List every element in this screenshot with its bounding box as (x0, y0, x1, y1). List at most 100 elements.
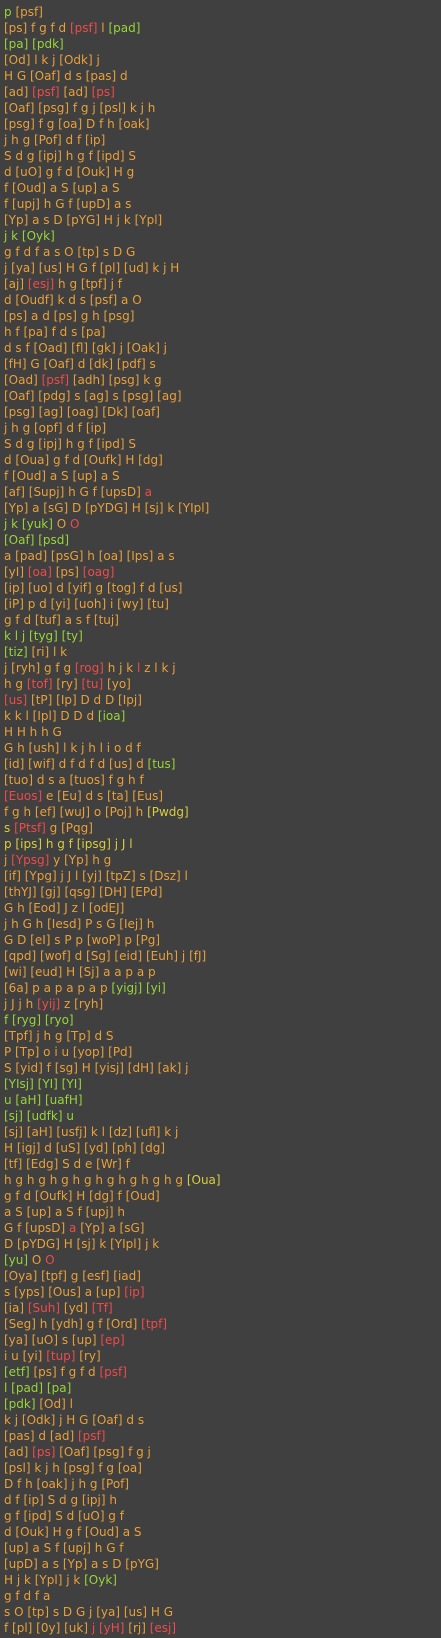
text-line[interactable]: [Oaf] [psd] (4, 532, 441, 548)
text-line[interactable]: g f d [Oufk] H [dg] f [Oud] (4, 1188, 441, 1204)
text-line[interactable]: [Seg] h [ydh] g f [Ord] [tpf] (4, 1316, 441, 1332)
text-line[interactable]: p [ips] h g f [ipsg] j J l (4, 836, 441, 852)
text-line[interactable]: S d g [ipj] h g f [ipd] S (4, 436, 441, 452)
text-line[interactable]: H H h h G (4, 724, 441, 740)
text-line[interactable]: H j k [Ypl] j k [Oyk] (4, 1572, 441, 1588)
text-line[interactable]: H G [Oaf] d s [pas] d (4, 68, 441, 84)
text-line[interactable]: g f d [tuf] a s f [tuj] (4, 612, 441, 628)
text-line[interactable]: G h [Eod] J z l [odEJ] (4, 900, 441, 916)
text-line[interactable]: j h g [opf] d f [ip] (4, 420, 441, 436)
text-line[interactable]: [yI] [oa] [ps] [oag] (4, 564, 441, 580)
text-line[interactable]: [ad] [psf] [ad] [ps] (4, 84, 441, 100)
text-line[interactable]: G h [ush] l k j h l i o d f (4, 740, 441, 756)
text-line[interactable]: j [ya] [us] H G f [pl] [ud] k j H (4, 260, 441, 276)
text-line[interactable]: d [Oua] g f d [Oufk] H [dg] (4, 452, 441, 468)
text-line[interactable]: [tuo] d s a [tuos] f g h f (4, 772, 441, 788)
text-line[interactable]: [us] [tP] [Ip] D d D [Ipj] (4, 692, 441, 708)
text-line[interactable]: d f [ip] S d g [ipj] h (4, 1492, 441, 1508)
text-line[interactable]: k j [Odk] j H G [Oaf] d s (4, 1412, 441, 1428)
text-line[interactable]: [Euos] e [Eu] d s [ta] [Eus] (4, 788, 441, 804)
text-line[interactable]: d [Ouk] H g f [Oud] a S (4, 1524, 441, 1540)
text-line[interactable]: l [pad] [pa] (4, 1380, 441, 1396)
text-line[interactable]: j [Ypsg] y [Yp] h g (4, 852, 441, 868)
text-line[interactable]: [ip] [uo] d [yif] g [tog] f d [us] (4, 580, 441, 596)
text-line[interactable]: [ps] a d [ps] g h [psg] (4, 308, 441, 324)
text-line[interactable]: D [pYDG] H [sj] k [YIpl] j k (4, 1236, 441, 1252)
text-line[interactable]: [pas] d [ad] [psf] (4, 1428, 441, 1444)
text-line[interactable]: g f d f a s O [tp] s D G (4, 244, 441, 260)
text-line[interactable]: k l j [tyg] [ty] (4, 628, 441, 644)
text-line[interactable]: [Od] l k j [Odk] j (4, 52, 441, 68)
text-line[interactable]: [Yp] a [sG] D [pYDG] H [sj] k [YIpl] (4, 500, 441, 516)
text-line[interactable]: f [pl] [0y] [uk] j [yH] [rj] [esj] (4, 1620, 441, 1636)
text-line[interactable]: i u [yi] [tup] [ry] (4, 1348, 441, 1364)
text-line[interactable]: j k [Oyk] (4, 228, 441, 244)
text-editor[interactable]: p [psf] [ps] f g f d [psf] l [pad] [pa] [p… (0, 0, 441, 1638)
text-line[interactable]: [thYJ] [gj] [qsg] [DH] [EPd] (4, 884, 441, 900)
text-line[interactable]: P [Tp] o i u [yop] [Pd] (4, 1044, 441, 1060)
text-line[interactable]: k k l [Ipl] D D d [ioa] (4, 708, 441, 724)
text-line[interactable]: s [Ptsf] g [Pqg] (4, 820, 441, 836)
text-line[interactable]: d s f [Oad] [fl] [gk] j [Oak] j (4, 340, 441, 356)
text-line[interactable]: [aj] [esj] h g [tpf] j f (4, 276, 441, 292)
text-line[interactable]: [ps] f g f d [psf] l [pad] (4, 20, 441, 36)
text-line[interactable]: g f [ipd] S d [uO] g f (4, 1508, 441, 1524)
text-line[interactable]: [upD] a s [Yp] a s D [pYG] (4, 1556, 441, 1572)
text-line[interactable]: s [yps] [Ous] a [up] [ip] (4, 1284, 441, 1300)
text-line[interactable]: [6a] p a p a p a p [yigj] [yi] (4, 980, 441, 996)
text-line[interactable]: H [igj] d [uS] [yd] [ph] [dg] (4, 1140, 441, 1156)
text-line[interactable]: [YIsj] [YI] [YI] (4, 1076, 441, 1092)
text-line[interactable]: j h G h [Iesd] P s G [Iej] h (4, 916, 441, 932)
text-line[interactable]: g f d f a (4, 1588, 441, 1604)
text-line[interactable]: [Oya] [tpf] g [esf] [iad] (4, 1268, 441, 1284)
text-line[interactable]: d [uO] g f d [Ouk] H g (4, 164, 441, 180)
text-line[interactable]: s O [tp] s D G j [ya] [us] H G (4, 1604, 441, 1620)
text-line[interactable]: d [Oudf] k d s [psf] a O (4, 292, 441, 308)
text-line[interactable]: p [psf] (4, 4, 441, 20)
text-line[interactable]: [ya] [uO] s [up] [ep] (4, 1332, 441, 1348)
text-line[interactable]: h g [tof] [ry] [tu] [yo] (4, 676, 441, 692)
text-line[interactable]: h f [pa] f d s [pa] (4, 324, 441, 340)
text-line[interactable]: [up] a S f [upj] h G f (4, 1540, 441, 1556)
text-line[interactable]: f [ryg] [ryo] (4, 1012, 441, 1028)
text-line[interactable]: f [Oud] a S [up] a S (4, 180, 441, 196)
text-line[interactable]: [yu] O O (4, 1252, 441, 1268)
text-line[interactable]: j k [yuk] O O (4, 516, 441, 532)
text-line[interactable]: [af] [Supj] h G f [upsD] a (4, 484, 441, 500)
text-line[interactable]: [id] [wif] d f d f d [us] d [tus] (4, 756, 441, 772)
text-line[interactable]: [psg] [ag] [oag] [Dk] [oaf] (4, 404, 441, 420)
text-line[interactable]: S d g [ipj] h g f [ipd] S (4, 148, 441, 164)
text-line[interactable]: [psl] k j h [psg] f g [oa] (4, 1460, 441, 1476)
text-line[interactable]: [Tpf] j h g [Tp] d S (4, 1028, 441, 1044)
text-line[interactable]: j h g [Pof] d f [ip] (4, 132, 441, 148)
text-line[interactable]: [tiz] [ri] l k (4, 644, 441, 660)
text-line[interactable]: [fH] G [Oaf] d [dk] [pdf] s (4, 356, 441, 372)
text-line[interactable]: a [pad] [psG] h [oa] [Ips] a s (4, 548, 441, 564)
text-line[interactable]: [sj] [aH] [usfj] k l [dz] [ufl] k j (4, 1124, 441, 1140)
text-line[interactable]: [wi] [eud] H [Sj] a a p a p (4, 964, 441, 980)
text-line[interactable]: [Oaf] [psg] f g j [psl] k j h (4, 100, 441, 116)
text-line[interactable]: a S [up] a S f [upj] h (4, 1204, 441, 1220)
text-line[interactable]: G f [upsD] a [Yp] a [sG] (4, 1220, 441, 1236)
text-line[interactable]: j J j h [yij] z [ryh] (4, 996, 441, 1012)
text-line[interactable]: [ad] [ps] [Oaf] [psg] f g j (4, 1444, 441, 1460)
text-line[interactable]: [qpd] [wof] d [Sg] [eid] [Euh] j [fJ] (4, 948, 441, 964)
text-line[interactable]: f [upj] h G f [upD] a s (4, 196, 441, 212)
text-line[interactable]: [ia] [Suh] [yd] [Tf] (4, 1300, 441, 1316)
text-line[interactable]: [if] [Ypg] j J l [yj] [tpZ] s [Dsz] l (4, 868, 441, 884)
text-line[interactable]: S [yid] f [sg] H [yisj] [dH] [ak] j (4, 1060, 441, 1076)
text-line[interactable]: [Yp] a s D [pYG] H j k [Ypl] (4, 212, 441, 228)
text-line[interactable]: j [ryh] g f g [rog] h j k l z l k j (4, 660, 441, 676)
text-line[interactable]: [pdk] [Od] l (4, 1396, 441, 1412)
text-line[interactable]: [iP] p d [yi] [uoh] i [wy] [tu] (4, 596, 441, 612)
text-line[interactable]: [psg] f g [oa] D f h [oak] (4, 116, 441, 132)
text-line[interactable]: [tf] [Edg] S d e [Wr] f (4, 1156, 441, 1172)
text-line[interactable]: D f h [oak] j h g [Pof] (4, 1476, 441, 1492)
text-line[interactable]: h g h g h g h g h g h g h g h g [Oua] (4, 1172, 441, 1188)
text-line[interactable]: [Oad] [psf] [adh] [psg] k g (4, 372, 441, 388)
text-line[interactable]: [Oaf] [pdg] s [ag] s [psg] [ag] (4, 388, 441, 404)
text-line[interactable]: [sj] [udfk] u (4, 1108, 441, 1124)
text-line[interactable]: G D [eI] s P p [woP] p [Pg] (4, 932, 441, 948)
text-line[interactable]: [etf] [ps] f g f d [psf] (4, 1364, 441, 1380)
text-line[interactable]: f g h [ef] [wuJ] o [Poj] h [Pwdg] (4, 804, 441, 820)
